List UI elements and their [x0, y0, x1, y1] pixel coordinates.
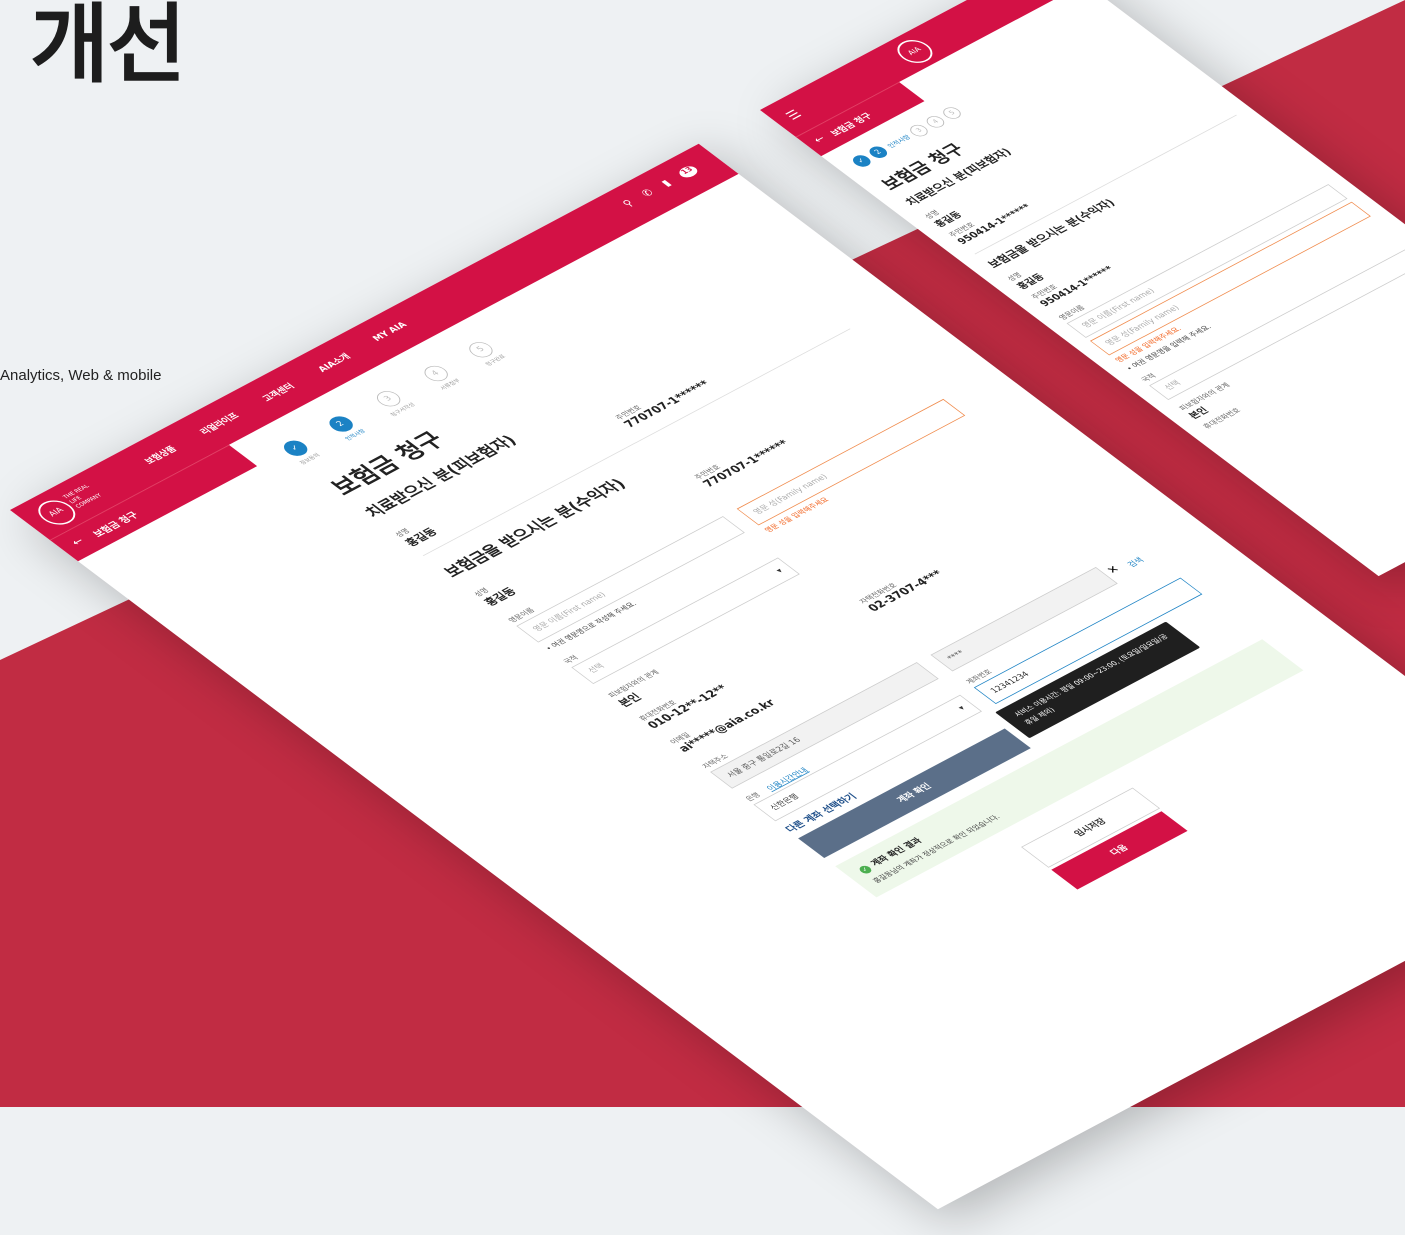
- beneficiary-rrn-field: 주민번호 770707-1******: [693, 438, 793, 490]
- home-phone-field: 자택전화번호 02-3707-4***: [858, 568, 947, 614]
- back-arrow-icon[interactable]: ←: [811, 134, 829, 146]
- address-detail-input[interactable]: ****: [930, 566, 1118, 672]
- patient-name-field: 성명 홍길동: [393, 526, 441, 549]
- address-search-button[interactable]: 검색: [1123, 554, 1146, 568]
- family-name-input[interactable]: 영문 성(Family name): [736, 398, 966, 526]
- step-1: ✓ 정보동의: [278, 437, 322, 466]
- check-circle-icon: ✓: [857, 864, 874, 875]
- aia-logo[interactable]: AIA: [890, 35, 940, 68]
- chevron-down-icon: ▾: [774, 567, 786, 575]
- patient-rrn-field: 주민번호 770707-1******: [614, 378, 714, 431]
- bookmark-icon[interactable]: ▮: [659, 178, 674, 188]
- mobile-step-5: 5: [939, 104, 965, 121]
- mobile-step-4: 4: [923, 113, 949, 130]
- hero-title: 개선: [30, 0, 186, 95]
- step-3: 3 청구서작성: [369, 387, 417, 418]
- hero-subtitle: Analytics, Web & mobile: [0, 367, 162, 384]
- clear-icon[interactable]: ✕: [1104, 564, 1123, 577]
- mobile-step-2: 2: [865, 144, 891, 161]
- nav-item-about[interactable]: AIA소개: [314, 351, 353, 374]
- chevron-down-icon: ▾: [956, 704, 968, 713]
- nav-item-reallife[interactable]: 리얼라이프: [196, 410, 242, 437]
- mobile-step-3: 3: [906, 122, 932, 139]
- search-icon[interactable]: ⚲: [620, 198, 637, 209]
- nav-item-my-aia[interactable]: MY AIA: [370, 320, 411, 344]
- mobile-divider: [974, 114, 1237, 255]
- notification-badge[interactable]: 13: [676, 164, 701, 180]
- beneficiary-heading: 보험금을 받으시는 분(수익자): [439, 475, 631, 581]
- beneficiary-name-field: 성명 홍길동: [472, 585, 520, 609]
- step-4: 4 서류첨부: [419, 363, 463, 392]
- step-5: 5 청구완료: [464, 338, 508, 368]
- menu-icon[interactable]: ☰: [782, 107, 805, 122]
- mobile-family-name-input[interactable]: 영문 성(Family name): [1089, 201, 1371, 356]
- step-2: 2 인적사항: [324, 413, 368, 442]
- mobile-step-2-label: 인적사항: [885, 133, 913, 150]
- page-back-title: 보험금 청구: [90, 509, 142, 539]
- nav-item-products[interactable]: 보험상품: [141, 443, 180, 466]
- first-name-input[interactable]: 영문 이름(First name): [516, 516, 745, 643]
- nav-item-customer-center[interactable]: 고객센터: [259, 381, 298, 404]
- phone-icon[interactable]: ✆: [639, 187, 657, 199]
- mobile-step-1: ✓: [849, 153, 875, 169]
- back-arrow-icon[interactable]: ←: [68, 536, 87, 549]
